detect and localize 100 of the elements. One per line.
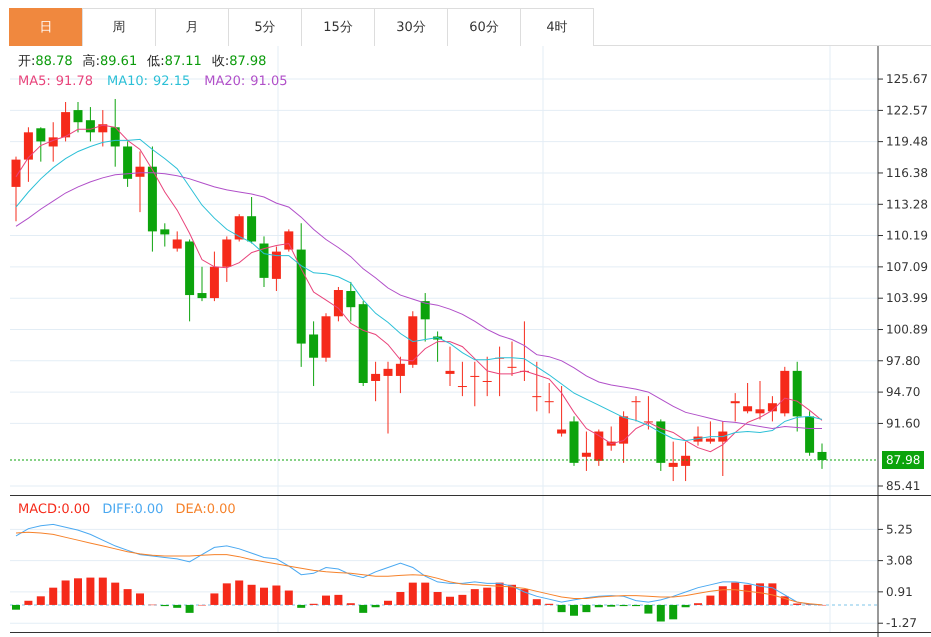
histogram-bar — [682, 604, 690, 608]
candlestick — [12, 156, 20, 222]
histogram-bar — [718, 586, 727, 605]
axis-label: -1.27 — [886, 616, 918, 630]
period-tab[interactable]: 60分 — [447, 8, 521, 46]
histogram-bar — [558, 604, 566, 612]
candlestick — [74, 102, 82, 133]
axis-label: 122.57 — [886, 103, 928, 118]
histogram-bar — [124, 589, 132, 605]
period-tab[interactable]: 月 — [155, 8, 229, 46]
candlestick — [110, 98, 120, 168]
histogram-bar — [706, 596, 714, 605]
histogram-bar — [260, 588, 268, 605]
histogram-bar — [669, 604, 678, 620]
quote-label: 开: — [18, 54, 36, 69]
axis-label: 94.70 — [886, 385, 920, 400]
candlestick — [260, 236, 268, 288]
indicator-value: 92.15 — [153, 74, 190, 89]
candlestick — [792, 361, 802, 432]
axis-label: 85.41 — [886, 479, 920, 493]
period-tab[interactable]: 4时 — [520, 8, 594, 46]
candlestick — [198, 266, 206, 302]
histogram-bar — [186, 604, 194, 613]
candlestick — [656, 418, 666, 472]
histogram-bar — [272, 586, 280, 605]
axis-label: 100.89 — [886, 322, 928, 337]
quote-value: 89.61 — [100, 54, 138, 69]
candlestick — [482, 356, 492, 397]
candlestick — [86, 106, 95, 142]
histogram-bar — [483, 588, 492, 605]
axis-label: 110.19 — [886, 228, 928, 243]
period-tab[interactable]: 30分 — [374, 8, 448, 46]
histogram-bar — [508, 584, 516, 605]
quote-label: 高: — [82, 54, 100, 69]
histogram-bar — [98, 578, 107, 605]
axis-label: 91.60 — [886, 416, 920, 430]
candlestick — [322, 312, 330, 362]
candlestick — [24, 126, 33, 182]
candlestick — [644, 396, 653, 430]
candlestick — [544, 382, 554, 414]
candlestick — [818, 443, 826, 470]
candlestick — [718, 420, 728, 476]
histogram-bar — [222, 583, 231, 605]
candlestick — [557, 386, 566, 438]
histogram-bar — [607, 604, 616, 607]
histogram-bar — [173, 604, 182, 608]
period-tab[interactable]: 周 — [82, 8, 156, 46]
histogram-bar — [520, 589, 528, 605]
candlestick — [632, 396, 640, 422]
histogram-bar — [235, 580, 244, 605]
histogram-bar — [136, 593, 144, 605]
candlestick — [36, 126, 46, 162]
histogram-bar — [570, 604, 578, 616]
candlestick — [606, 426, 616, 452]
quote-label: 低: — [147, 54, 165, 69]
period-tab[interactable]: 15分 — [301, 8, 375, 46]
candlestick — [780, 366, 790, 417]
indicator-value: 0.00 — [134, 502, 164, 517]
histogram-bar — [297, 604, 306, 608]
candlestick — [222, 236, 232, 282]
period-tab[interactable]: 5分 — [228, 8, 302, 46]
indicator-label: MA5: — [18, 74, 51, 89]
candlestick — [756, 380, 764, 420]
histogram-bar — [248, 584, 256, 605]
histogram-bar — [334, 594, 342, 605]
histogram-bar — [12, 604, 20, 610]
histogram-bar — [372, 604, 380, 608]
candlestick — [234, 214, 244, 242]
axis-label: 107.09 — [886, 260, 928, 274]
quote-value: 87.11 — [164, 54, 202, 69]
candlestick — [172, 230, 182, 252]
candlestick — [136, 151, 144, 213]
histogram-bar — [731, 582, 740, 605]
candlestick — [532, 361, 542, 412]
candlestick — [495, 346, 504, 397]
candlestick — [520, 320, 529, 382]
candlestick — [123, 140, 132, 188]
candlestick — [768, 396, 777, 422]
indicator-value: 91.05 — [250, 74, 288, 89]
histogram-bar — [756, 583, 764, 605]
indicator-value: 0.00 — [61, 502, 90, 517]
axis-label: 119.48 — [886, 134, 928, 149]
candlestick — [284, 228, 294, 252]
quote-value: 88.78 — [35, 54, 73, 69]
histogram-bar — [744, 584, 752, 605]
indicator-value: 0.00 — [206, 502, 236, 517]
candlestick — [98, 110, 108, 147]
candlestick — [743, 382, 752, 414]
candlestick — [668, 441, 678, 482]
histogram-bar — [359, 604, 368, 613]
histogram-bar — [594, 604, 603, 608]
histogram-bar — [656, 604, 665, 622]
candlestick — [396, 356, 405, 394]
histogram-bar — [458, 594, 466, 605]
histogram-bar — [408, 582, 417, 605]
axis-label: 0.91 — [886, 584, 913, 599]
histogram-bar — [111, 582, 120, 605]
histogram-bar — [74, 578, 82, 605]
candlestick — [247, 196, 256, 244]
histogram-bar — [62, 580, 70, 605]
